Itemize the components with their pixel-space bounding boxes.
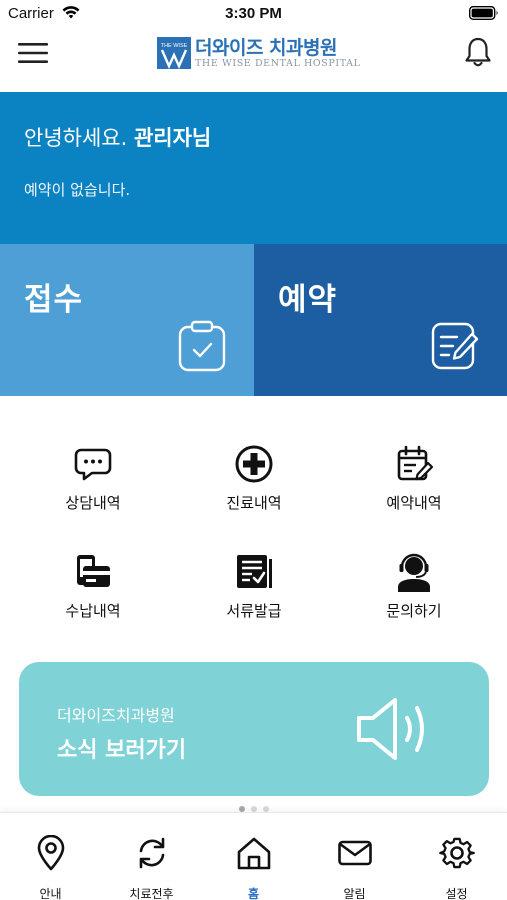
logo-mark-icon: THE WISE	[157, 37, 191, 69]
medical-cross-icon	[235, 445, 273, 483]
reception-label: 접수	[24, 282, 84, 318]
inquiry-label: 문의하기	[386, 602, 442, 620]
note-edit-icon	[431, 322, 479, 370]
headset-agent-icon	[398, 553, 430, 592]
battery-icon	[469, 6, 498, 20]
location-pin-icon	[37, 835, 65, 871]
inquiry-button[interactable]: 문의하기	[349, 552, 479, 621]
bell-icon[interactable]	[463, 36, 493, 68]
reservation-history-button[interactable]: 예약내역	[349, 444, 479, 513]
tab-home[interactable]: 홈	[203, 813, 304, 900]
tab-before-after-label: 치료전후	[129, 887, 174, 900]
reservation-label: 예약	[278, 282, 338, 318]
payment-history-button[interactable]: 수납내역	[28, 552, 158, 621]
reservation-history-label: 예약내역	[386, 494, 442, 512]
status-bar: Carrier 3:30 PM	[0, 0, 507, 28]
tab-settings[interactable]: 설정	[406, 813, 507, 900]
reservation-tile[interactable]: 예약	[254, 244, 507, 396]
top-nav-bar: THE WISE 더와이즈 치과병원 THE WISE DENTAL HOSPI…	[0, 28, 507, 90]
tab-before-after[interactable]: 치료전후	[101, 813, 202, 900]
document-issuance-button[interactable]: 서류발급	[189, 552, 319, 621]
reservation-status-message: 예약이 없습니다.	[24, 181, 131, 199]
calendar-edit-icon	[397, 445, 434, 481]
payment-history-label: 수납내역	[65, 602, 121, 620]
user-name: 관리자님	[133, 126, 212, 150]
payment-card-icon	[77, 555, 110, 587]
document-issuance-label: 서류발급	[226, 602, 282, 620]
hospital-logo[interactable]: THE WISE 더와이즈 치과병원 THE WISE DENTAL HOSPI…	[157, 36, 361, 70]
hamburger-menu-icon[interactable]	[18, 42, 48, 64]
consultation-history-button[interactable]: 상담내역	[28, 444, 158, 513]
tab-home-label: 홈	[247, 887, 260, 900]
gear-icon	[439, 837, 475, 869]
news-banner-title: 소식 보러가기	[57, 738, 187, 763]
tab-notifications-label: 알림	[343, 887, 366, 900]
news-banner[interactable]: 더와이즈치과병원 소식 보러가기	[19, 662, 489, 796]
greeting-panel: 안녕하세요. 관리자님 예약이 없습니다.	[0, 92, 507, 244]
news-banner-subtitle: 더와이즈치과병원	[57, 706, 175, 725]
svg-text:THE WISE: THE WISE	[161, 43, 188, 49]
tab-guide[interactable]: 안내	[0, 813, 101, 900]
home-icon	[237, 837, 271, 870]
tab-guide-label: 안내	[39, 887, 62, 900]
refresh-icon	[139, 837, 165, 869]
greeting-line: 안녕하세요. 관리자님	[24, 122, 211, 152]
clipboard-check-icon	[178, 320, 226, 372]
treatment-history-button[interactable]: 진료내역	[189, 444, 319, 513]
tab-notifications[interactable]: 알림	[304, 813, 405, 900]
clock-time: 3:30 PM	[225, 5, 282, 22]
mail-icon	[338, 840, 372, 866]
document-check-icon	[237, 555, 272, 588]
chat-bubble-icon	[74, 448, 112, 481]
consultation-history-label: 상담내역	[65, 494, 121, 512]
speaker-volume-icon	[357, 698, 424, 760]
bottom-tab-bar: 안내 치료전후 홈 알림 설정	[0, 812, 507, 900]
reception-tile[interactable]: 접수	[0, 244, 254, 396]
tab-settings-label: 설정	[445, 887, 468, 900]
logo-korean-name: 더와이즈 치과병원	[195, 36, 337, 59]
greeting-prefix: 안녕하세요.	[24, 126, 128, 150]
treatment-history-label: 진료내역	[226, 494, 282, 512]
logo-english-name: THE WISE DENTAL HOSPITAL	[195, 57, 361, 69]
